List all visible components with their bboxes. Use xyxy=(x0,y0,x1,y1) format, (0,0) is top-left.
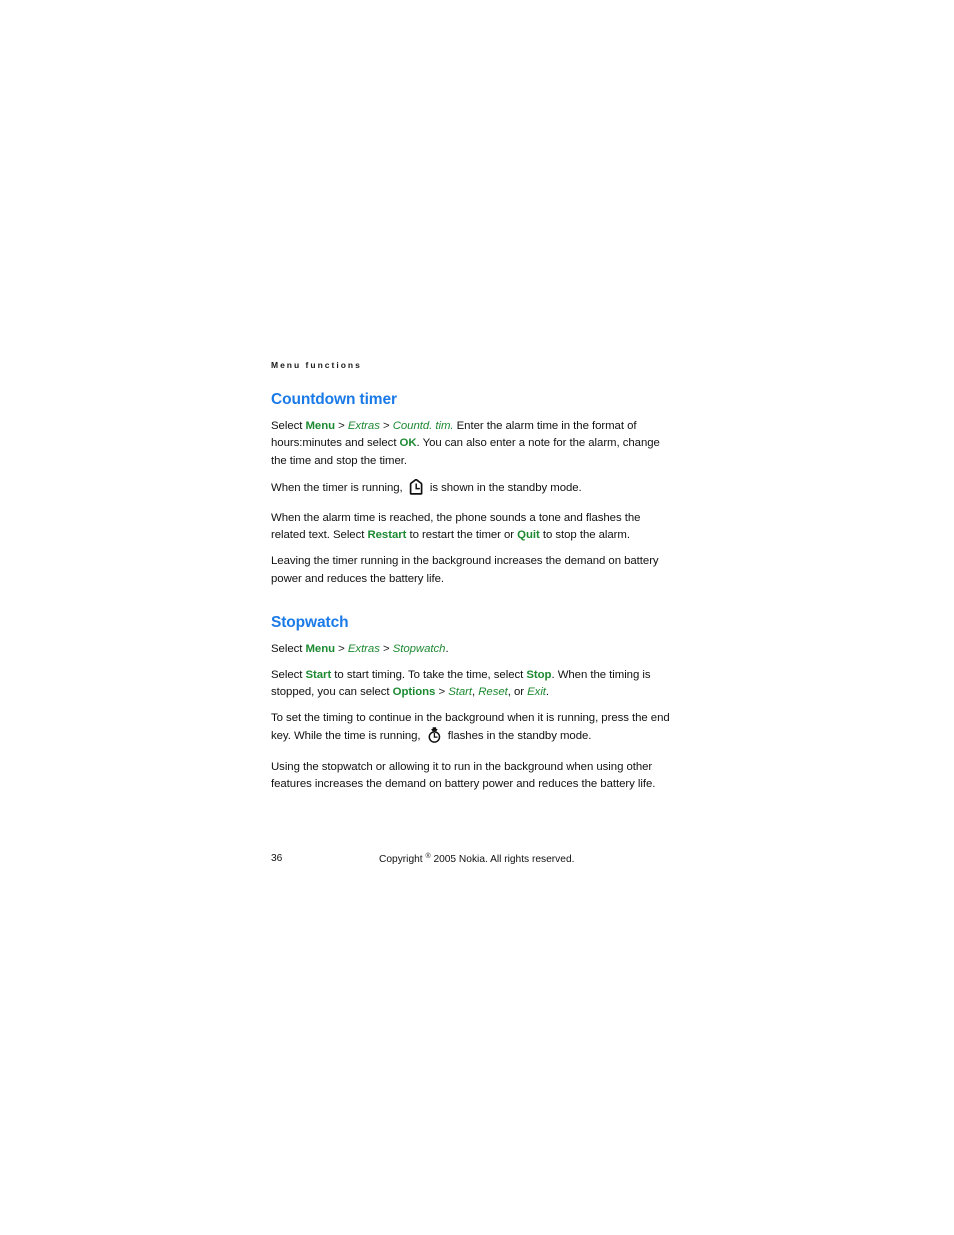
paragraph-timer-battery-note: Leaving the timer running in the backgro… xyxy=(271,555,659,585)
text-fragment: flashes in the standby mode. xyxy=(444,730,592,743)
stopwatch-icon xyxy=(427,727,442,749)
menu-item-countd-tim: Countd. tim. xyxy=(392,420,454,433)
paragraph-alarm-reached: When the alarm time is reached, the phon… xyxy=(271,510,673,544)
command-stop: Stop xyxy=(526,668,552,681)
text-fragment: When the timer is running, xyxy=(271,481,406,494)
menu-item-start: Start xyxy=(448,686,472,698)
copyright-prefix: Copyright xyxy=(379,854,426,865)
paragraph-timer-running: When the timer is running, is shown in t… xyxy=(271,478,673,501)
text-fragment: , or xyxy=(507,686,528,698)
paragraph-stopwatch-battery-note: Using the stopwatch or allowing it to ru… xyxy=(271,760,656,790)
menu-item-extras: Extras xyxy=(347,642,380,655)
section-countdown-timer: Countdown timer Select Menu > Extras > C… xyxy=(271,391,673,587)
section-stopwatch: Stopwatch Select Menu > Extras > Stopwat… xyxy=(271,614,673,793)
command-quit: Quit xyxy=(517,529,540,542)
paragraph-stopwatch-path: Select Menu > Extras > Stopwatch. xyxy=(271,641,673,658)
text-fragment: Select xyxy=(271,668,306,681)
command-menu: Menu xyxy=(305,642,336,655)
text-separator: > xyxy=(379,420,393,433)
text-separator: > xyxy=(379,642,393,655)
text-fragment: to start timing. To take the time, selec… xyxy=(331,668,527,681)
text-fragment: . xyxy=(445,642,449,655)
text-fragment: Select xyxy=(271,642,306,655)
copyright-notice: Copyright ® 2005 Nokia. All rights reser… xyxy=(379,853,574,865)
paragraph-stopwatch-background: To set the timing to continue in the bac… xyxy=(271,710,673,749)
menu-item-reset: Reset xyxy=(478,686,508,698)
copyright-suffix: 2005 Nokia. All rights reserved. xyxy=(430,854,575,865)
text-fragment: is shown in the standby mode. xyxy=(426,481,582,494)
text-fragment: . xyxy=(545,686,550,698)
paragraph-stopwatch-controls: Select Start to start timing. To take th… xyxy=(271,667,673,701)
paragraph-countdown-intro: Select Menu > Extras > Countd. tim. Ente… xyxy=(271,418,673,470)
menu-item-stopwatch: Stopwatch xyxy=(392,642,446,655)
countdown-timer-icon xyxy=(409,478,424,501)
text-fragment: Select xyxy=(271,420,306,433)
command-start: Start xyxy=(305,668,332,681)
text-fragment: to stop the alarm. xyxy=(539,529,630,542)
page-footer: 36 Copyright ® 2005 Nokia. All rights re… xyxy=(271,853,673,869)
text-separator: > xyxy=(335,642,348,655)
menu-item-exit: Exit xyxy=(527,686,546,698)
menu-item-extras: Extras xyxy=(347,420,380,433)
command-menu: Menu xyxy=(305,420,336,433)
text-fragment: to restart the timer or xyxy=(406,529,518,542)
command-restart: Restart xyxy=(367,529,407,542)
page-title-countdown-timer: Countdown timer xyxy=(271,391,397,409)
command-options: Options xyxy=(392,686,436,698)
page-title-stopwatch: Stopwatch xyxy=(271,613,349,631)
text-separator: > xyxy=(435,686,449,698)
page-content: Menu functions Countdown timer Select Me… xyxy=(271,360,673,793)
running-header: Menu functions xyxy=(271,360,362,370)
text-separator: > xyxy=(335,420,348,433)
command-ok: OK xyxy=(399,437,417,450)
page-number: 36 xyxy=(271,853,283,864)
